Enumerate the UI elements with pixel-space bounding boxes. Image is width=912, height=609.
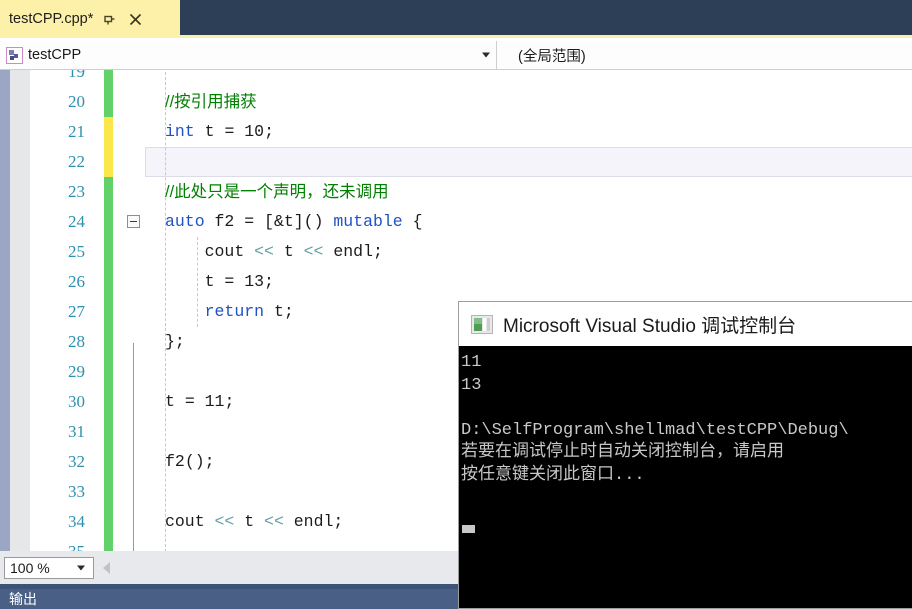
scope-left-label: testCPP	[28, 47, 82, 63]
change-indicator-bar	[104, 537, 113, 551]
console-app-icon	[471, 314, 493, 334]
line-number: 35	[30, 537, 85, 551]
line-number: 23	[68, 182, 85, 201]
console-title-label: Microsoft Visual Studio 调试控制台	[503, 315, 797, 337]
code-line-text: int t = 10;	[165, 122, 274, 141]
line-number: 30	[68, 392, 85, 411]
scope-right-label: (全局范围)	[518, 48, 586, 65]
scope-selector-left[interactable]: testCPP	[0, 41, 497, 70]
line-number: 21	[68, 122, 85, 141]
navigation-bar: testCPP (全局范围)	[0, 41, 912, 70]
change-indicator-bar	[104, 297, 113, 327]
line-number: 26	[68, 272, 85, 291]
line-number: 33	[68, 482, 85, 501]
line-number: 24	[68, 212, 85, 231]
tab-testcpp-cpp[interactable]: testCPP.cpp*	[0, 0, 180, 38]
zoom-level-combobox[interactable]: 100 %	[4, 556, 94, 579]
change-indicator-bar	[104, 477, 113, 507]
line-number: 19	[68, 70, 85, 81]
zoom-level-label: 100 %	[10, 559, 50, 576]
project-icon	[6, 46, 23, 64]
console-output-line: 11	[461, 353, 482, 372]
outlining-vertical-line	[133, 343, 134, 551]
collapse-minus-icon[interactable]	[127, 215, 140, 228]
pin-icon[interactable]	[99, 9, 119, 29]
code-line-text: cout << t << endl;	[165, 512, 344, 531]
debug-console-window[interactable]: Microsoft Visual Studio 调试控制台 11 13 D:\Se…	[458, 301, 912, 609]
code-line[interactable]: 23 //此处只是一个声明，还未调用	[30, 177, 912, 207]
indent-guide	[197, 237, 198, 327]
change-indicator-bar	[104, 447, 113, 477]
line-number: 28	[68, 332, 85, 351]
line-number: 25	[68, 242, 85, 261]
console-output-line: D:\SelfProgram\shellmad\testCPP\Debug\	[461, 420, 849, 440]
tab-label: testCPP.cpp*	[9, 11, 94, 27]
line-number: 22	[68, 152, 85, 171]
change-indicator-bar	[104, 417, 113, 447]
indent-guide	[165, 70, 166, 551]
code-line[interactable]: 20 //按引用捕获	[30, 87, 912, 117]
selection-margin	[0, 70, 10, 551]
console-output-line: 若要在调试停止时自动关闭控制台，请启用	[461, 443, 784, 462]
output-panel-title: 输出	[9, 591, 37, 607]
change-indicator-bar	[104, 357, 113, 387]
code-line-text: //按引用捕获	[165, 93, 257, 111]
code-line-text: t = 11;	[165, 392, 235, 411]
change-indicator-bar	[104, 267, 113, 297]
document-tab-strip: testCPP.cpp*	[0, 0, 912, 38]
code-line-text: t = 13;	[204, 272, 274, 291]
line-number: 34	[68, 512, 85, 531]
line-number: 29	[68, 362, 85, 381]
change-indicator-bar	[104, 237, 113, 267]
indicator-margin[interactable]	[10, 70, 30, 551]
change-indicator-bar	[104, 327, 113, 357]
code-line[interactable]: 22	[30, 147, 912, 177]
code-line[interactable]: 21 int t = 10;	[30, 117, 912, 147]
line-number: 32	[68, 452, 85, 471]
code-line[interactable]: 19	[30, 70, 912, 87]
scroll-left-arrow-icon[interactable]	[103, 561, 110, 574]
change-indicator-bar	[104, 117, 113, 147]
console-output-line: 按任意键关闭此窗口...	[461, 465, 645, 485]
line-number: 31	[68, 422, 85, 441]
line-number: 27	[68, 302, 85, 321]
code-line[interactable]: 24 auto f2 = [&t]() mutable {	[30, 207, 912, 237]
change-indicator-bar	[104, 70, 113, 87]
console-title-bar[interactable]: Microsoft Visual Studio 调试控制台	[459, 302, 912, 346]
code-line-text: auto f2 = [&t]() mutable {	[165, 212, 423, 231]
change-indicator-bar	[104, 147, 113, 177]
change-indicator-bar	[104, 387, 113, 417]
close-icon[interactable]	[125, 9, 145, 29]
change-indicator-bar	[104, 207, 113, 237]
code-line-text: };	[165, 332, 185, 351]
chevron-down-icon[interactable]	[482, 52, 490, 58]
code-line-text: //此处只是一个声明，还未调用	[165, 183, 389, 201]
console-output-line: 13	[461, 375, 482, 395]
block-cursor	[462, 525, 475, 533]
code-line-text: f2();	[165, 452, 215, 471]
code-line-text: return t;	[204, 302, 294, 321]
console-output-area[interactable]: 11 13 D:\SelfProgram\shellmad\testCPP\Deb…	[459, 346, 912, 608]
chevron-down-icon[interactable]	[77, 565, 85, 570]
line-number: 20	[68, 92, 85, 111]
change-indicator-bar	[104, 87, 113, 117]
scope-selector-right[interactable]: (全局范围)	[497, 41, 912, 70]
code-line[interactable]: 26 t = 13;	[30, 267, 912, 297]
change-indicator-bar	[104, 507, 113, 537]
change-indicator-bar	[104, 177, 113, 207]
code-line[interactable]: 25 cout << t << endl;	[30, 237, 912, 267]
